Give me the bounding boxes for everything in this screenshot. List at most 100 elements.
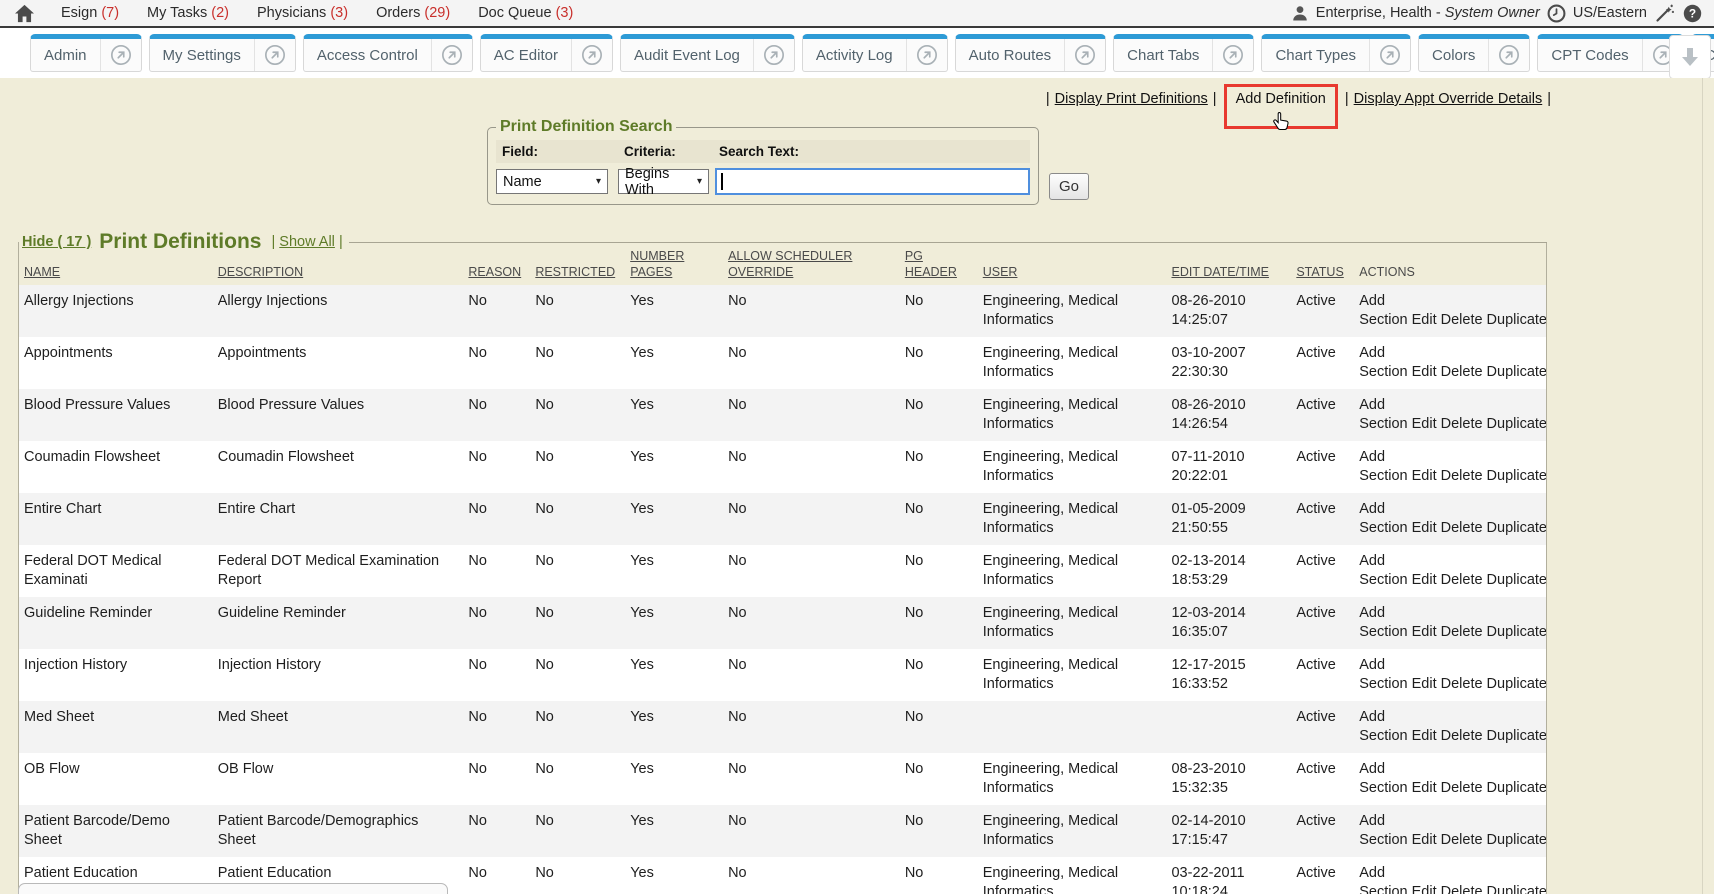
duplicate-action-link[interactable]: Duplicate <box>1487 416 1546 432</box>
hide-link[interactable]: Hide ( 17 ) <box>22 234 91 250</box>
clock-icon[interactable] <box>1547 4 1566 23</box>
select-dropdown-arrow-icon: ▾ <box>596 176 601 187</box>
tab-colors[interactable]: Colors <box>1418 34 1530 72</box>
home-button[interactable] <box>14 4 35 23</box>
duplicate-action-link[interactable]: Duplicate <box>1487 520 1546 536</box>
tab-chart-tabs[interactable]: Chart Tabs <box>1113 34 1254 72</box>
edit-action-link[interactable]: Edit <box>1412 780 1437 796</box>
tab-audit-event-log[interactable]: Audit Event Log <box>620 34 795 72</box>
wand-icon[interactable] <box>1654 3 1676 23</box>
edit-action-link[interactable]: Edit <box>1412 416 1437 432</box>
add-section-action-link[interactable]: Add Section <box>1359 397 1407 432</box>
open-in-new-circle-icon[interactable] <box>907 44 947 66</box>
delete-action-link[interactable]: Delete <box>1441 364 1483 380</box>
field-select[interactable]: Name ▾ <box>496 169 608 194</box>
add-section-action-link[interactable]: Add Section <box>1359 761 1407 796</box>
duplicate-action-link[interactable]: Duplicate <box>1487 468 1546 484</box>
edit-action-link[interactable]: Edit <box>1412 728 1437 744</box>
add-definition-link[interactable]: Add Definition <box>1224 84 1338 129</box>
nav-orders[interactable]: Orders (29) <box>376 5 450 21</box>
display-print-definitions-link[interactable]: Display Print Definitions <box>1055 91 1208 107</box>
add-section-action-link[interactable]: Add Section <box>1359 605 1407 640</box>
add-section-action-link[interactable]: Add Section <box>1359 865 1407 894</box>
edit-action-link[interactable]: Edit <box>1412 624 1437 640</box>
cell-reason: No <box>468 396 535 441</box>
add-section-action-link[interactable]: Add Section <box>1359 345 1407 380</box>
open-in-new-circle-icon[interactable] <box>101 44 141 66</box>
add-section-action-link[interactable]: Add Section <box>1359 813 1407 848</box>
open-in-new-circle-icon[interactable] <box>1065 44 1105 66</box>
cell-restricted: No <box>535 708 630 753</box>
add-section-action-link[interactable]: Add Section <box>1359 657 1407 692</box>
display-appt-override-details-link[interactable]: Display Appt Override Details <box>1354 91 1543 107</box>
tab-ac-editor[interactable]: AC Editor <box>480 34 613 72</box>
cell-pg-header: No <box>905 656 983 701</box>
horizontal-scrollbar-thumb[interactable] <box>18 883 448 894</box>
delete-action-link[interactable]: Delete <box>1441 780 1483 796</box>
delete-action-link[interactable]: Delete <box>1441 624 1483 640</box>
open-in-new-circle-icon[interactable] <box>754 44 794 66</box>
tab-access-control[interactable]: Access Control <box>303 34 473 72</box>
timezone-label[interactable]: US/Eastern <box>1573 5 1647 21</box>
edit-action-link[interactable]: Edit <box>1412 832 1437 848</box>
tab-my-settings[interactable]: My Settings <box>149 34 296 72</box>
edit-action-link[interactable]: Edit <box>1412 364 1437 380</box>
nav-doc-queue[interactable]: Doc Queue (3) <box>478 5 573 21</box>
duplicate-action-link[interactable]: Duplicate <box>1487 780 1546 796</box>
nav-my-tasks[interactable]: My Tasks (2) <box>147 5 229 21</box>
duplicate-action-link[interactable]: Duplicate <box>1487 624 1546 640</box>
add-section-action-link[interactable]: Add Section <box>1359 553 1407 588</box>
add-section-action-link[interactable]: Add Section <box>1359 501 1407 536</box>
nav-physicians[interactable]: Physicians (3) <box>257 5 348 21</box>
cell-name: Injection History <box>19 656 218 701</box>
delete-action-link[interactable]: Delete <box>1441 468 1483 484</box>
duplicate-action-link[interactable]: Duplicate <box>1487 884 1546 894</box>
tab-cpt-codes[interactable]: CPT Codes <box>1537 34 1683 72</box>
open-in-new-circle-icon[interactable] <box>572 44 612 66</box>
edit-action-link[interactable]: Edit <box>1412 312 1437 328</box>
edit-action-link[interactable]: Edit <box>1412 884 1437 894</box>
open-in-new-circle-icon[interactable] <box>1489 44 1529 66</box>
open-in-new-circle-icon[interactable] <box>1370 44 1410 66</box>
edit-time: 10:18:24 <box>1171 883 1284 894</box>
edit-action-link[interactable]: Edit <box>1412 676 1437 692</box>
criteria-select[interactable]: Begins With ▾ <box>618 169 709 194</box>
open-in-new-circle-icon[interactable] <box>432 44 472 66</box>
help-icon[interactable]: ? <box>1683 4 1702 23</box>
tab-activity-log[interactable]: Activity Log <box>802 34 948 72</box>
delete-action-link[interactable]: Delete <box>1441 832 1483 848</box>
edit-action-link[interactable]: Edit <box>1412 468 1437 484</box>
open-in-new-circle-icon[interactable] <box>1213 44 1253 66</box>
add-section-action-link[interactable]: Add Section <box>1359 293 1407 328</box>
duplicate-action-link[interactable]: Duplicate <box>1487 676 1546 692</box>
tab-auto-routes[interactable]: Auto Routes <box>955 34 1107 72</box>
duplicate-action-link[interactable]: Duplicate <box>1487 728 1546 744</box>
delete-action-link[interactable]: Delete <box>1441 520 1483 536</box>
nav-esign[interactable]: Esign (7) <box>61 5 119 21</box>
duplicate-action-link[interactable]: Duplicate <box>1487 312 1546 328</box>
criteria-select-value: Begins With <box>625 166 691 198</box>
add-section-action-link[interactable]: Add Section <box>1359 449 1407 484</box>
header-line: REASON <box>468 264 525 280</box>
go-button[interactable]: Go <box>1049 173 1089 200</box>
delete-action-link[interactable]: Delete <box>1441 884 1483 894</box>
tab-chart-types[interactable]: Chart Types <box>1261 34 1411 72</box>
duplicate-action-link[interactable]: Duplicate <box>1487 832 1546 848</box>
tab-overflow-button[interactable] <box>1669 35 1711 78</box>
cell-restricted: No <box>535 656 630 701</box>
tab-admin[interactable]: Admin <box>30 34 142 72</box>
open-in-new-circle-icon[interactable] <box>255 44 295 66</box>
search-text-input[interactable] <box>715 168 1030 195</box>
delete-action-link[interactable]: Delete <box>1441 312 1483 328</box>
delete-action-link[interactable]: Delete <box>1441 416 1483 432</box>
cell-user: Engineering, Medical Informatics <box>983 448 1172 493</box>
delete-action-link[interactable]: Delete <box>1441 572 1483 588</box>
duplicate-action-link[interactable]: Duplicate <box>1487 572 1546 588</box>
delete-action-link[interactable]: Delete <box>1441 676 1483 692</box>
show-all-link[interactable]: Show All <box>279 234 335 250</box>
edit-action-link[interactable]: Edit <box>1412 572 1437 588</box>
edit-action-link[interactable]: Edit <box>1412 520 1437 536</box>
add-section-action-link[interactable]: Add Section <box>1359 709 1407 744</box>
delete-action-link[interactable]: Delete <box>1441 728 1483 744</box>
duplicate-action-link[interactable]: Duplicate <box>1487 364 1546 380</box>
